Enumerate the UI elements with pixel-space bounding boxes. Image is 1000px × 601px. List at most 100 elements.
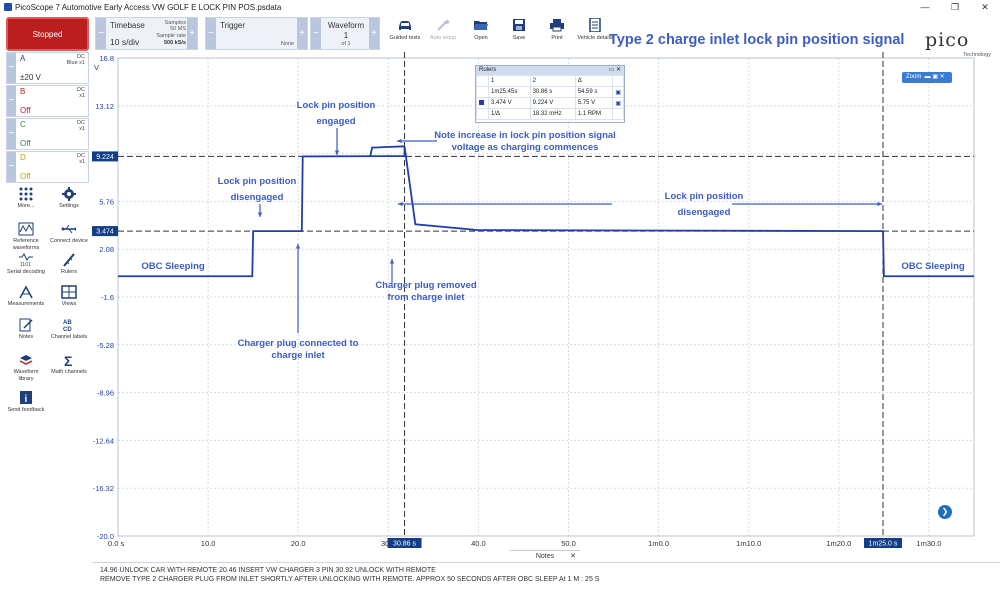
channel-d-info: DC x1 [77,153,85,165]
views-icon [61,285,77,299]
channel-b-range-button[interactable]: − [7,86,16,116]
sidebar-item-views[interactable]: Views [49,285,89,308]
channel-d-range-button[interactable]: − [7,152,16,182]
x-tick-label: 1m30.0 [916,539,941,548]
sidebar-item-more[interactable]: More... [6,187,46,210]
channel-a[interactable]: − A DC Blue x1 ±20 V [6,52,89,84]
notes-tab[interactable]: Notes ✕ [510,550,580,562]
timebase-decrease-button[interactable]: − [96,18,106,49]
wand-icon [437,19,450,31]
svg-text:Σ: Σ [64,353,72,367]
rulers-freq-value: 18.32 mHz [529,108,576,120]
waveform-previous-button[interactable]: − [311,18,321,49]
ruler-icon [63,253,75,267]
sample-rate-label: Sample rate [156,33,186,39]
y-tick-label: -8.96 [97,389,114,398]
channel-c-range[interactable]: Off [20,139,31,148]
guided-tests-label: Guided tests [389,35,421,41]
rulers-table: 1 2 Δ 1m25.45s 30.86 s 54.59 s ▣ 3.474 V… [476,75,624,120]
annotation-text: voltage as charging commences [452,142,599,153]
gear-icon [62,187,76,201]
sample-rate-value[interactable]: 500 kS/s [148,40,186,46]
sidebar-item-serial-decoding[interactable]: 1101 Serial decoding [6,253,46,276]
time-ruler-label[interactable]: 30.86 s [393,541,416,548]
sidebar-item-connect-device[interactable]: Connect device [49,222,89,245]
rulers-close-icon[interactable]: ▭ ✕ [609,66,621,75]
waveform-total: of 1 [341,41,351,47]
time-ruler-label[interactable]: 1m25.0 s [869,541,898,548]
annotation-text: Lock pin position [218,176,297,187]
channel-a-range[interactable]: ±20 V [20,73,41,82]
annotation-arrowhead [334,150,340,155]
channel-b-range[interactable]: Off [20,106,31,115]
channel-d-probe: x1 [79,159,85,165]
printer-icon [550,19,564,32]
trigger-decrease-button[interactable]: − [206,18,216,49]
run-stop-button[interactable]: Stopped [6,17,89,51]
sidebar-item-send-feedback[interactable]: i Send feedback [6,391,46,414]
annotation-text: disengaged [678,207,731,218]
channel-b[interactable]: − B DC x1 Off [6,85,89,117]
timebase-label: Timebase [110,21,145,30]
annotation-text: Lock pin position [665,191,744,202]
scope-graph[interactable]: 16.813.129.445.762.08-1.6-5.28-8.96-12.6… [92,52,1000,550]
app-icon [4,3,12,11]
rulers-panel[interactable]: Rulers ▭ ✕ 1 2 Δ 1m25.45s 30.86 s 54.59 … [475,65,625,123]
lock-icon[interactable]: ▣ [612,97,624,109]
rulers-time-1: 1m25.45s [488,86,531,98]
sidebar-item-label: Send feedback [7,407,45,413]
channel-a-range-button[interactable]: − [7,53,16,83]
sidebar-item-reference-waveforms[interactable]: Reference waveforms [6,222,46,251]
channel-c-range-button[interactable]: − [7,119,16,149]
samples-value[interactable]: 50 MS [148,26,186,32]
close-button[interactable]: ✕ [970,0,1000,14]
notes-tab-label: Notes [535,553,555,560]
zoom-overview[interactable]: Zoom ▬ ▣ ✕ [902,72,952,83]
document-icon [589,18,601,32]
rulers-voltage-row: 3.474 V 9.224 V 5.75 V ▣ [476,97,624,109]
sidebar-item-channel-labels[interactable]: AB CD Channel labels [49,318,89,341]
svg-text:AB: AB [63,320,72,326]
sidebar-item-math-channels[interactable]: Σ Math channels [49,353,89,376]
waveform-next-button[interactable]: + [369,18,379,49]
sidebar-item-label: Serial decoding [7,269,45,275]
maximize-button[interactable]: ❐ [940,0,970,14]
minimize-button[interactable]: — [910,0,940,14]
rulers-header-row: 1 2 Δ [476,75,624,87]
sidebar-item-settings[interactable]: Settings [49,187,89,210]
channel-c-letter: C [20,120,26,129]
sidebar-item-measurements[interactable]: Measurements [6,285,46,308]
voltage-ruler-label[interactable]: 9.224 [96,154,114,161]
notes-panel[interactable]: 14.96 UNLOCK CAR WITH REMOTE 20.46 INSER… [92,562,1000,601]
waveform-label: Waveform [327,21,365,30]
waveform-current[interactable]: 1 [325,31,367,40]
channel-d-range[interactable]: Off [20,172,31,181]
annotation-text: Charger plug connected to [238,338,359,349]
save-icon [513,19,525,31]
svg-text:CD: CD [63,327,72,332]
timebase-increase-button[interactable]: + [187,18,197,49]
lock-icon[interactable]: ▣ [612,86,624,98]
channel-d[interactable]: − D DC x1 Off [6,151,89,183]
waveform-library-icon [19,355,33,365]
voltage-ruler-label[interactable]: 3.474 [96,229,114,236]
ruler-cursors[interactable]: 9.224 3.474 30.86 s 1m25.0 s [92,52,974,548]
notes-line-1: 14.96 UNLOCK CAR WITH REMOTE 20.46 INSER… [100,567,436,574]
timebase-value[interactable]: 10 s/div [110,37,139,47]
zoom-controls-icon[interactable]: ▬ ▣ ✕ [923,74,945,80]
x-tick-label: 1m10.0 [736,539,761,548]
channel-c[interactable]: − C DC x1 Off [6,118,89,150]
sidebar-item-waveform-library[interactable]: Waveform library [6,353,46,382]
rulers-col-delta: Δ [574,75,614,87]
rulers-freq-label: 1/Δ [488,108,531,120]
navigate-next-icon[interactable]: ❯ [938,505,952,519]
serial-decoding-icon: 1101 [19,253,33,267]
trigger-increase-button[interactable]: + [297,18,307,49]
sidebar-item-rulers[interactable]: Rulers [49,253,89,276]
rulers-panel-header[interactable]: Rulers ▭ ✕ [476,66,624,75]
scope-view[interactable]: 16.813.129.445.762.08-1.6-5.28-8.96-12.6… [92,52,1000,550]
trigger-group: − Trigger None + [205,17,308,50]
x-tick-label: 40.0 [471,539,486,548]
sidebar-item-notes[interactable]: Notes [6,318,46,341]
trigger-mode[interactable]: None [266,41,294,47]
